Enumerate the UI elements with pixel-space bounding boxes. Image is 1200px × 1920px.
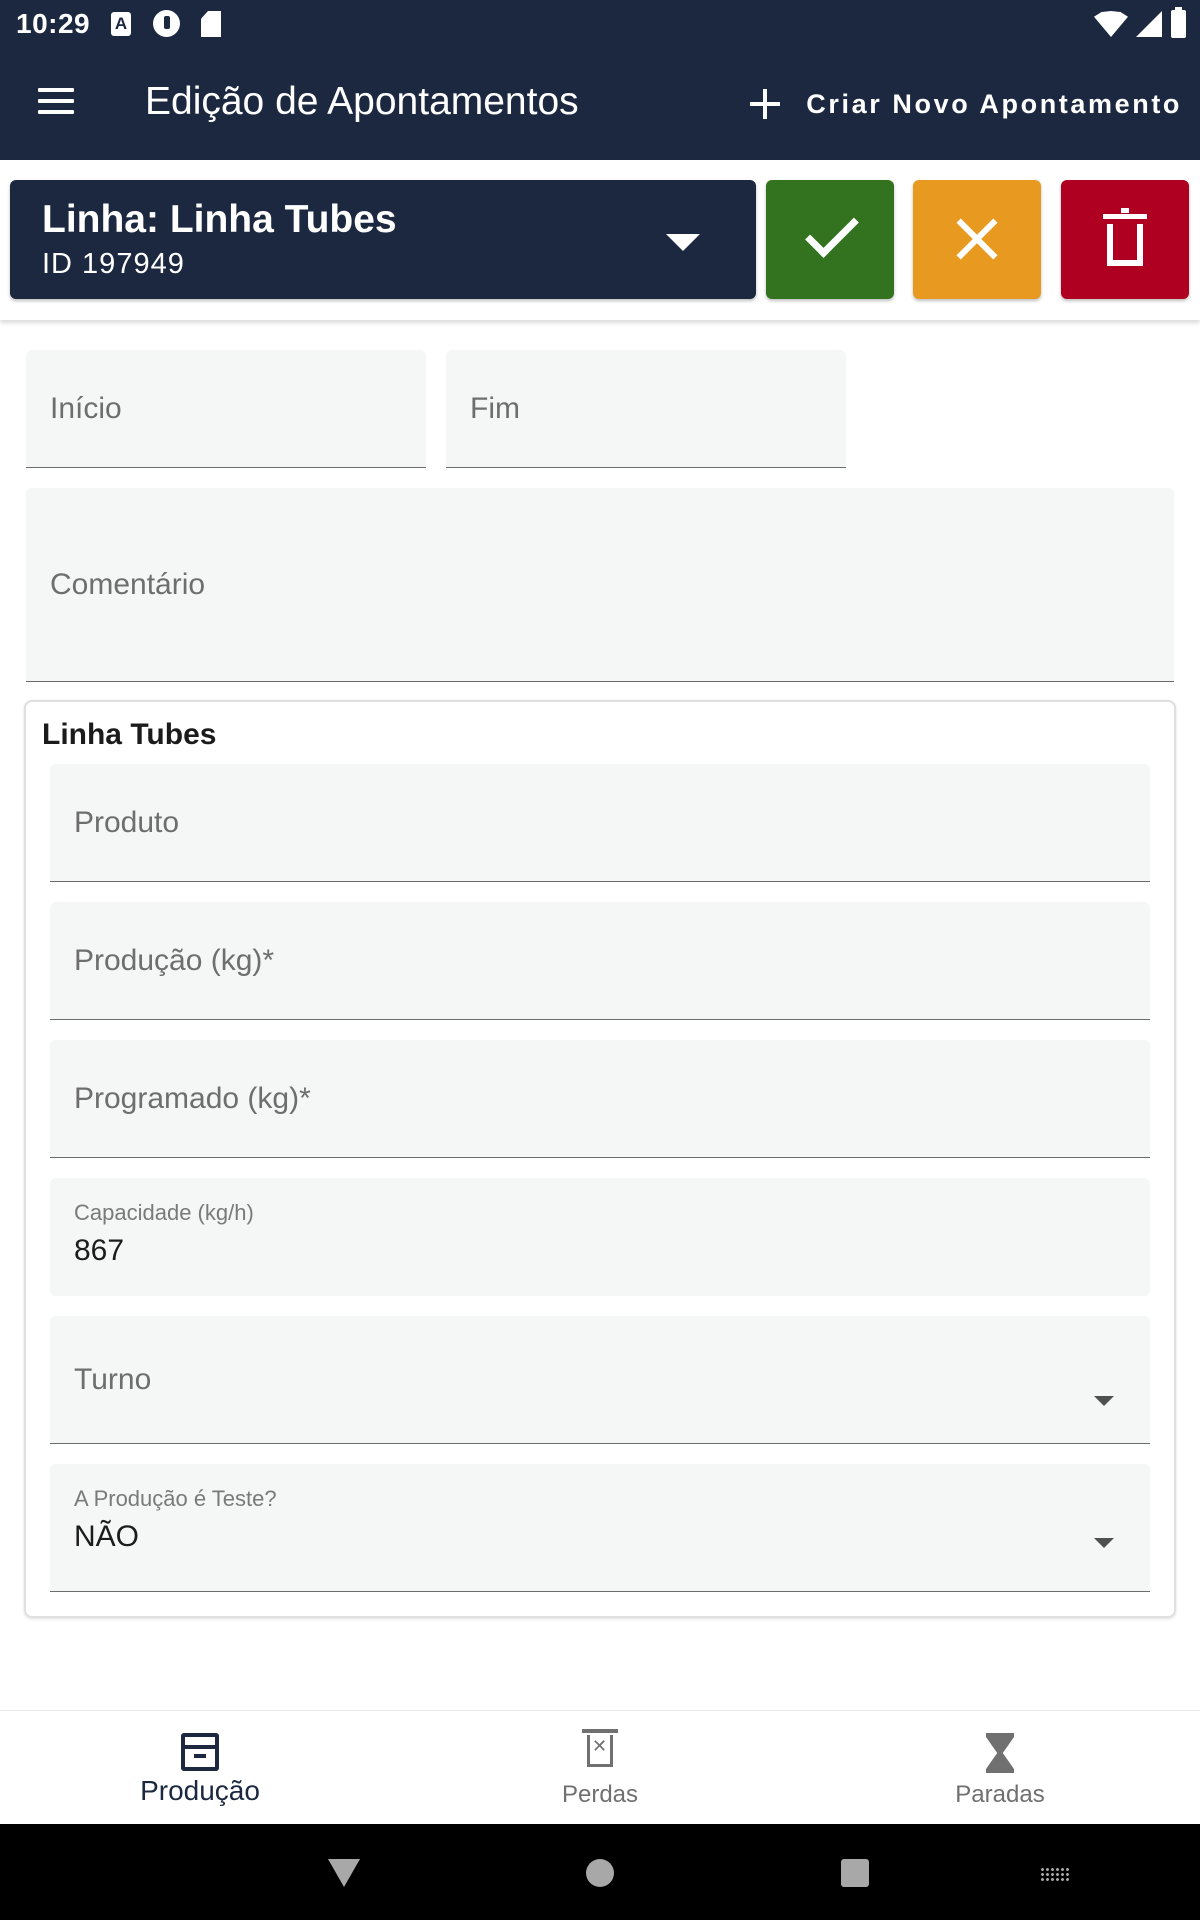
scheduled-kg-field[interactable]: Programado (kg)* [50, 1040, 1150, 1158]
test-production-value: NÃO [74, 1520, 140, 1553]
confirm-button[interactable] [766, 180, 894, 299]
test-production-select[interactable]: A Produção é Teste? NÃO [50, 1464, 1150, 1592]
delete-button[interactable] [1061, 180, 1189, 299]
test-production-label: A Produção é Teste? [74, 1486, 277, 1511]
nav-item-losses[interactable]: Perdas [400, 1711, 800, 1825]
p-notification-icon [153, 10, 180, 37]
line-id: ID 197949 [42, 248, 185, 280]
section-title: Linha Tubes [42, 718, 217, 751]
nav-label-production: Produção [140, 1775, 260, 1806]
end-field[interactable]: Fim [446, 350, 846, 468]
bottom-navigation: Produção Perdas Paradas [0, 1710, 1200, 1824]
trash-icon [582, 1729, 618, 1767]
capacity-value: 867 [74, 1234, 125, 1267]
production-kg-field[interactable]: Produção (kg)* [50, 902, 1150, 1020]
start-field[interactable]: Início [26, 350, 426, 468]
capacity-label: Capacidade (kg/h) [74, 1200, 254, 1225]
back-icon[interactable] [328, 1859, 360, 1887]
product-field[interactable]: Produto [50, 764, 1150, 882]
product-label: Produto [74, 805, 180, 839]
end-label: Fim [470, 391, 520, 425]
line-title: Linha: Linha Tubes [42, 198, 397, 241]
hourglass-icon [986, 1733, 1014, 1773]
app-bar: Edição de Apontamentos Criar Novo Aponta… [0, 50, 1200, 160]
create-new-entry-label: Criar Novo Apontamento [806, 88, 1182, 119]
close-icon [955, 217, 999, 261]
check-icon [805, 204, 859, 258]
keyboard-icon[interactable] [1040, 1867, 1070, 1881]
status-time: 10:29 [16, 8, 91, 39]
comment-field[interactable]: Comentário [26, 488, 1174, 682]
production-kg-label: Produção (kg)* [74, 943, 275, 977]
archive-icon [181, 1733, 219, 1771]
chevron-down-icon [1094, 1538, 1114, 1548]
signal-icon [1136, 11, 1162, 37]
home-icon[interactable] [586, 1859, 614, 1887]
trash-icon [1103, 208, 1147, 266]
comment-label: Comentário [50, 567, 206, 601]
shift-label: Turno [74, 1362, 152, 1396]
menu-icon[interactable] [38, 88, 74, 114]
cancel-button[interactable] [913, 180, 1041, 299]
capacity-field: Capacidade (kg/h) 867 [50, 1178, 1150, 1296]
battery-icon [1171, 7, 1186, 38]
chevron-down-icon [1094, 1396, 1114, 1406]
recents-icon[interactable] [841, 1859, 869, 1887]
status-bar: 10:29 A [0, 0, 1200, 50]
wifi-icon [1094, 11, 1128, 37]
create-new-entry-button[interactable]: Criar Novo Apontamento [750, 84, 1182, 124]
line-toolbar: Linha: Linha Tubes ID 197949 [0, 160, 1200, 320]
start-label: Início [50, 391, 122, 425]
shift-select[interactable]: Turno [50, 1316, 1150, 1444]
nav-label-stops: Paradas [955, 1781, 1045, 1808]
nav-label-losses: Perdas [561, 1781, 639, 1808]
plus-icon [750, 89, 781, 119]
chevron-down-icon [666, 234, 700, 251]
system-navigation-bar [0, 1824, 1200, 1920]
page-title: Edição de Apontamentos [145, 80, 579, 123]
scheduled-kg-label: Programado (kg)* [74, 1081, 311, 1115]
sd-card-icon [201, 11, 221, 37]
a-notification-icon: A [111, 12, 131, 36]
nav-item-production[interactable]: Produção [0, 1711, 400, 1825]
nav-item-stops[interactable]: Paradas [800, 1711, 1200, 1825]
line-selector-dropdown[interactable]: Linha: Linha Tubes ID 197949 [10, 180, 756, 299]
